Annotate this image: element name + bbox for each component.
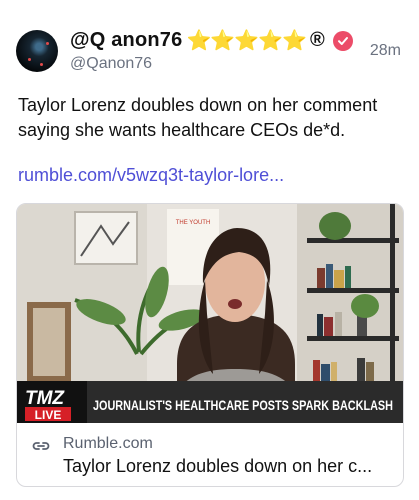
post-link[interactable]: rumble.com/v5wzq3t-taylor-lore... (18, 165, 284, 186)
link-chain-icon (31, 436, 51, 461)
tmz-live-label: LIVE (35, 408, 62, 422)
display-name[interactable]: @Q anon76 (70, 29, 182, 52)
star-emojis: ⭐⭐⭐⭐⭐ (186, 30, 307, 52)
tmz-logo: TMZ (25, 388, 65, 409)
wall-poster-text: THE YOUTH (176, 220, 211, 226)
social-post: @Q anon76 ⭐⭐⭐⭐⭐ ® @Qanon76 28m Taylor Lo… (0, 0, 419, 500)
card-domain: Rumble.com (63, 435, 153, 452)
link-preview-card[interactable]: THE YOUTH TMZ LIVE JOURNALIST'S HEALTHCA… (16, 203, 404, 487)
user-handle[interactable]: @Qanon76 (70, 55, 152, 73)
registered-mark: ® (309, 29, 325, 51)
video-thumbnail[interactable]: THE YOUTH TMZ LIVE JOURNALIST'S HEALTHCA… (17, 204, 403, 423)
post-timestamp[interactable]: 28m (370, 42, 401, 60)
video-banner-text: JOURNALIST'S HEALTHCARE POSTS SPARK BACK… (93, 398, 393, 413)
avatar[interactable] (16, 30, 58, 72)
card-title[interactable]: Taylor Lorenz doubles down on her c... (63, 456, 372, 477)
verified-badge-icon (332, 30, 353, 51)
author-name-row: @Q anon76 ⭐⭐⭐⭐⭐ ® (70, 28, 353, 53)
post-body: Taylor Lorenz doubles down on her commen… (18, 95, 378, 140)
card-meta: Rumble.com Taylor Lorenz doubles down on… (17, 426, 403, 486)
